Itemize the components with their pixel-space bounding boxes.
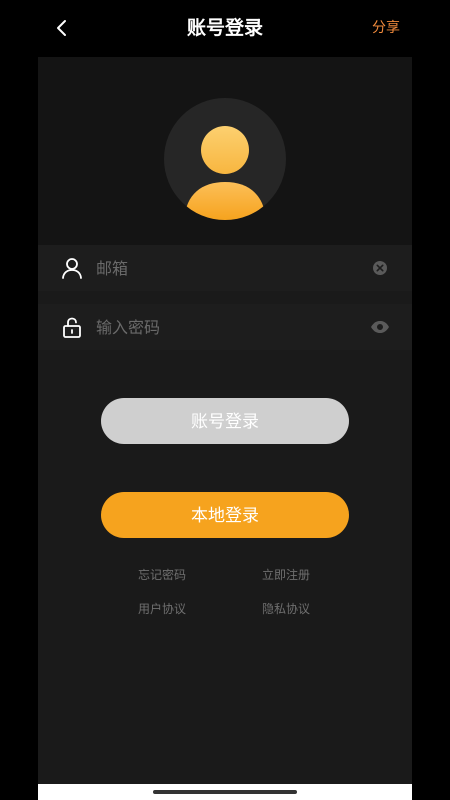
back-button[interactable]: [50, 16, 74, 40]
page-title: 账号登录: [186, 17, 263, 39]
email-input[interactable]: [96, 245, 356, 291]
user-avatar-icon: [184, 126, 266, 220]
password-input[interactable]: [96, 304, 356, 350]
share-button[interactable]: 分享: [372, 0, 400, 57]
avatar[interactable]: [164, 98, 286, 220]
account-login-button[interactable]: 账号登录: [101, 398, 349, 444]
navbar: 账号登录 分享: [38, 0, 412, 57]
home-indicator-area: [38, 784, 412, 800]
user-icon: [62, 258, 82, 279]
register-link[interactable]: 立即注册: [246, 566, 326, 583]
eye-icon[interactable]: [370, 317, 390, 337]
user-agreement-link[interactable]: 用户协议: [122, 600, 202, 617]
email-row: [38, 245, 412, 291]
home-indicator[interactable]: [153, 790, 297, 794]
password-row: [38, 304, 412, 350]
forgot-password-link[interactable]: 忘记密码: [122, 566, 202, 583]
login-page: 账号登录 分享 邮箱 账号登录 本地登录 忘记密码 立即注册 用户协议 隐私协议: [38, 0, 412, 800]
privacy-policy-link[interactable]: 隐私协议: [246, 600, 326, 617]
local-login-button[interactable]: 本地登录: [101, 492, 349, 538]
clear-icon[interactable]: [370, 258, 390, 278]
unlock-icon: [63, 317, 81, 338]
chevron-left-icon: [57, 20, 66, 36]
